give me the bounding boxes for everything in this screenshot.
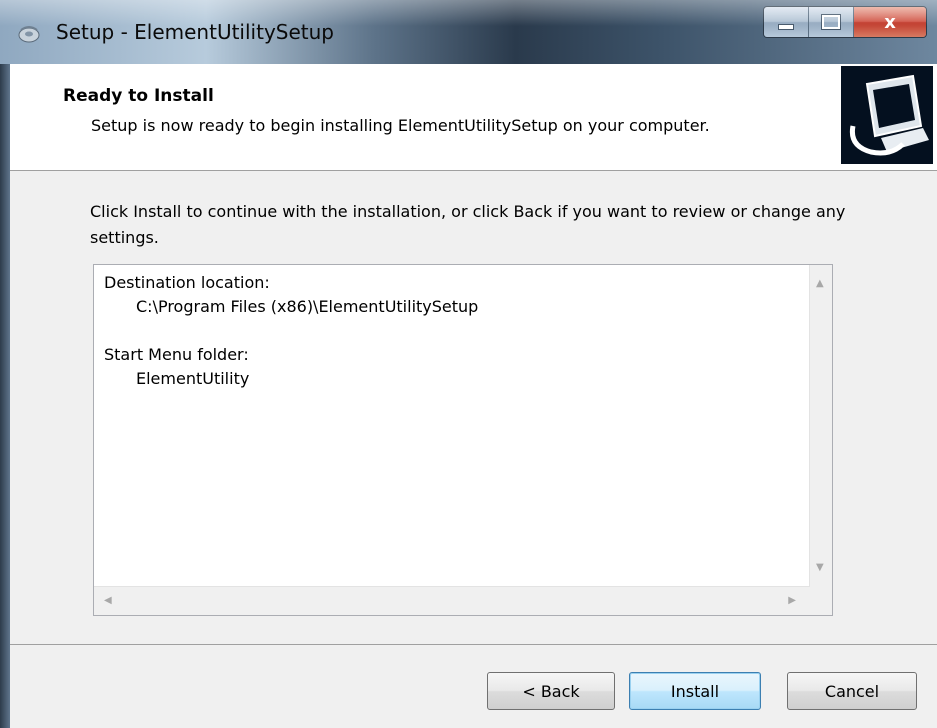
install-button[interactable]: Install <box>629 672 761 710</box>
wizard-body: Click Install to continue with the insta… <box>10 171 937 644</box>
setup-window: Setup - ElementUtilitySetup x Ready to I… <box>0 0 937 728</box>
close-icon: x <box>884 11 896 33</box>
close-button[interactable]: x <box>854 7 926 37</box>
start-menu-value: ElementUtility <box>136 369 250 388</box>
wizard-header: Ready to Install Setup is now ready to b… <box>10 64 937 171</box>
scroll-down-icon[interactable]: ▼ <box>816 563 824 573</box>
destination-value: C:\Program Files (x86)\ElementUtilitySet… <box>136 297 479 316</box>
memo-content: Destination location: C:\Program Files (x… <box>104 271 478 391</box>
wizard-footer: < Back Install Cancel <box>10 644 937 728</box>
horizontal-scrollbar[interactable]: ◀ ▶ <box>94 586 810 615</box>
title-bar[interactable]: Setup - ElementUtilitySetup x <box>0 0 937 64</box>
caption-buttons: x <box>763 6 927 38</box>
cancel-button[interactable]: Cancel <box>787 672 917 710</box>
maximize-button[interactable] <box>809 7 854 37</box>
ready-memo[interactable]: Destination location: C:\Program Files (x… <box>93 264 833 616</box>
scroll-right-icon[interactable]: ▶ <box>788 596 796 606</box>
scroll-up-icon[interactable]: ▲ <box>816 279 824 289</box>
window-frame <box>0 64 10 728</box>
scroll-left-icon[interactable]: ◀ <box>104 596 112 606</box>
minimize-button[interactable] <box>764 7 809 37</box>
back-button[interactable]: < Back <box>487 672 615 710</box>
start-menu-label: Start Menu folder: <box>104 345 249 364</box>
page-subtitle: Setup is now ready to begin installing E… <box>91 116 710 135</box>
wizard-image <box>841 66 933 164</box>
maximize-icon <box>821 14 841 30</box>
computer-install-icon <box>841 66 933 164</box>
destination-label: Destination location: <box>104 273 270 292</box>
setup-disc-icon <box>18 26 40 43</box>
window-title: Setup - ElementUtilitySetup <box>56 20 334 44</box>
instruction-text: Click Install to continue with the insta… <box>90 202 846 247</box>
minimize-icon <box>778 24 794 30</box>
page-title: Ready to Install <box>63 86 214 106</box>
vertical-scrollbar[interactable]: ▲ ▼ <box>809 265 832 587</box>
scroll-corner <box>810 587 832 615</box>
